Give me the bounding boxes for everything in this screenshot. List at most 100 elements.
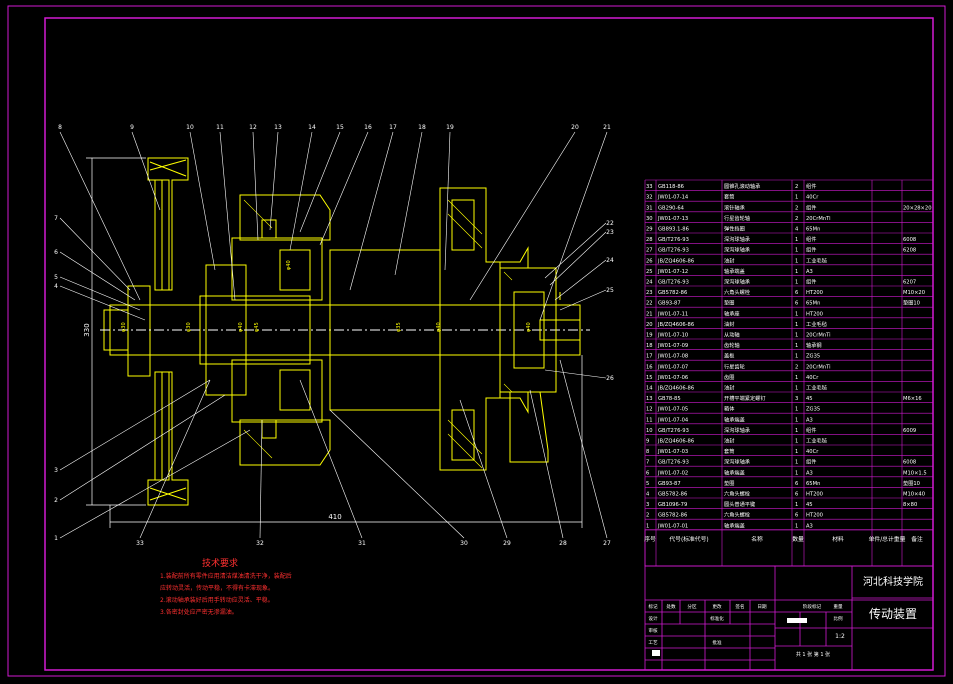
table-cell: 3	[646, 502, 649, 508]
table-cell: 箱体	[724, 405, 735, 413]
callout-label: 1	[54, 535, 58, 542]
callout-label: 13	[274, 124, 282, 131]
table-cell: 工业毛毡	[806, 256, 827, 264]
table-cell: 11	[646, 417, 653, 423]
table-cell: 2	[795, 205, 798, 211]
title-block-mark-2	[652, 650, 660, 656]
callout-label: 10	[186, 124, 194, 131]
table-cell: 套筒	[724, 447, 734, 455]
table-cell: M6×16	[903, 396, 922, 402]
table-cell: 6	[795, 481, 798, 487]
dimension-shaft-5: φ40	[286, 260, 292, 270]
table-cell: 30	[646, 216, 653, 222]
callout-label: 8	[58, 124, 62, 131]
table-cell: 6	[795, 301, 798, 307]
table-cell: GB893.1-86	[658, 227, 689, 233]
table-cell: GB5782-86	[658, 513, 687, 519]
table-cell: 油封	[724, 384, 734, 392]
table-cell: 组件	[806, 203, 816, 211]
table-cell: 1	[795, 470, 798, 476]
table-cell: 1	[795, 439, 798, 445]
table-cell: GB5782-86	[658, 492, 687, 498]
table-cell: 6008	[903, 237, 916, 243]
notes-line-1: 1.装配前所有零件应用清洁煤油清洗干净，装配后	[160, 572, 292, 580]
table-cell: 1	[795, 354, 798, 360]
table-cell: 组件	[806, 458, 816, 466]
table-cell: 10	[646, 428, 653, 434]
dimension-shaft-6: φ35	[396, 322, 402, 332]
table-cell: 行星齿轮轴	[724, 214, 750, 222]
table-cell: 滚针轴承	[724, 203, 746, 211]
table-cell: ZG35	[806, 407, 820, 413]
table-cell: 1	[795, 311, 798, 317]
table-cell: JW01-07-08	[657, 354, 688, 360]
table-cell: 弹性挡圈	[724, 225, 745, 233]
table-cell: GB1096-79	[658, 502, 687, 508]
title-block-label: 重量	[833, 603, 843, 610]
table-cell: GB/T276-93	[658, 248, 689, 254]
callout-label: 19	[446, 124, 454, 131]
table-cell: 组件	[806, 182, 816, 190]
table-cell: M10×1.5	[903, 470, 927, 476]
table-cell: JW01-07-03	[657, 449, 688, 455]
table-cell: JW01-07-14	[657, 195, 689, 201]
dimension-outer-diameter: 330	[83, 323, 91, 336]
table-cell: 26	[646, 258, 653, 264]
table-cell: GB118-86	[658, 184, 684, 190]
table-cell: 2	[795, 216, 798, 222]
table-cell: JW01-07-07	[657, 364, 688, 370]
table-cell: A3	[806, 417, 813, 423]
callout-label: 15	[336, 124, 344, 131]
table-cell: JW01-07-02	[657, 470, 688, 476]
table-cell: 20	[646, 322, 653, 328]
table-cell: 盖板	[724, 352, 735, 360]
table-cell: 65Mn	[806, 481, 820, 487]
table-cell: 33	[646, 184, 653, 190]
table-cell: 28	[646, 237, 653, 243]
table-cell: 15	[646, 375, 653, 381]
callout-label: 28	[559, 540, 567, 547]
table-header-cell: 备注	[911, 535, 923, 543]
title-block-label: 更改	[712, 603, 722, 610]
title-block-label: 标记	[648, 603, 658, 610]
table-cell: 18	[646, 343, 653, 349]
table-cell: JB/ZQ4606-86	[657, 386, 694, 392]
callout-label: 12	[249, 124, 257, 131]
dimension-shaft-4: φ30	[186, 322, 192, 332]
table-cell: 24	[646, 280, 653, 286]
table-cell: 13	[646, 396, 653, 402]
table-cell: 20×28×20	[903, 205, 932, 211]
table-cell: 深沟球轴承	[724, 235, 751, 243]
table-cell: 组件	[806, 278, 816, 286]
table-header-cell: 名称	[751, 535, 763, 543]
title-block-mark-1	[787, 618, 807, 623]
title-block-school: 河北科技学院	[863, 575, 923, 588]
callout-label: 16	[364, 124, 372, 131]
callout-label: 27	[603, 540, 611, 547]
table-cell: 5	[646, 481, 649, 487]
table-cell: 2	[646, 513, 649, 519]
title-block-label: 阶段标记	[803, 603, 822, 610]
table-cell: JW01-07-10	[657, 333, 688, 339]
table-header-cell: 序号	[644, 535, 656, 543]
table-cell: 工业毛毡	[806, 320, 827, 328]
table-cell: 深沟球轴承	[724, 278, 751, 286]
table-cell: 45	[806, 502, 813, 508]
callout-label: 6	[54, 249, 58, 256]
table-cell: 7	[646, 460, 649, 466]
callout-label: 11	[216, 124, 224, 131]
title-block-label: 工艺	[648, 640, 658, 646]
table-cell: 20CrMnTi	[806, 364, 831, 370]
title-block-label: 处数	[666, 603, 676, 610]
callout-label: 32	[256, 540, 264, 547]
callout-label: 33	[136, 540, 144, 547]
table-cell: 深沟球轴承	[724, 458, 751, 466]
title-block-label: 设计	[648, 615, 658, 622]
table-cell: 轴承端盖	[724, 415, 745, 423]
table-header-cell: 代号(标准代号)	[669, 535, 708, 543]
title-block-label: 标准化	[710, 615, 724, 622]
table-cell: 轴承座	[724, 309, 740, 317]
callout-label: 9	[130, 124, 134, 131]
table-cell: 工业毛毡	[806, 437, 827, 445]
table-cell: 轴承端盖	[724, 267, 745, 275]
